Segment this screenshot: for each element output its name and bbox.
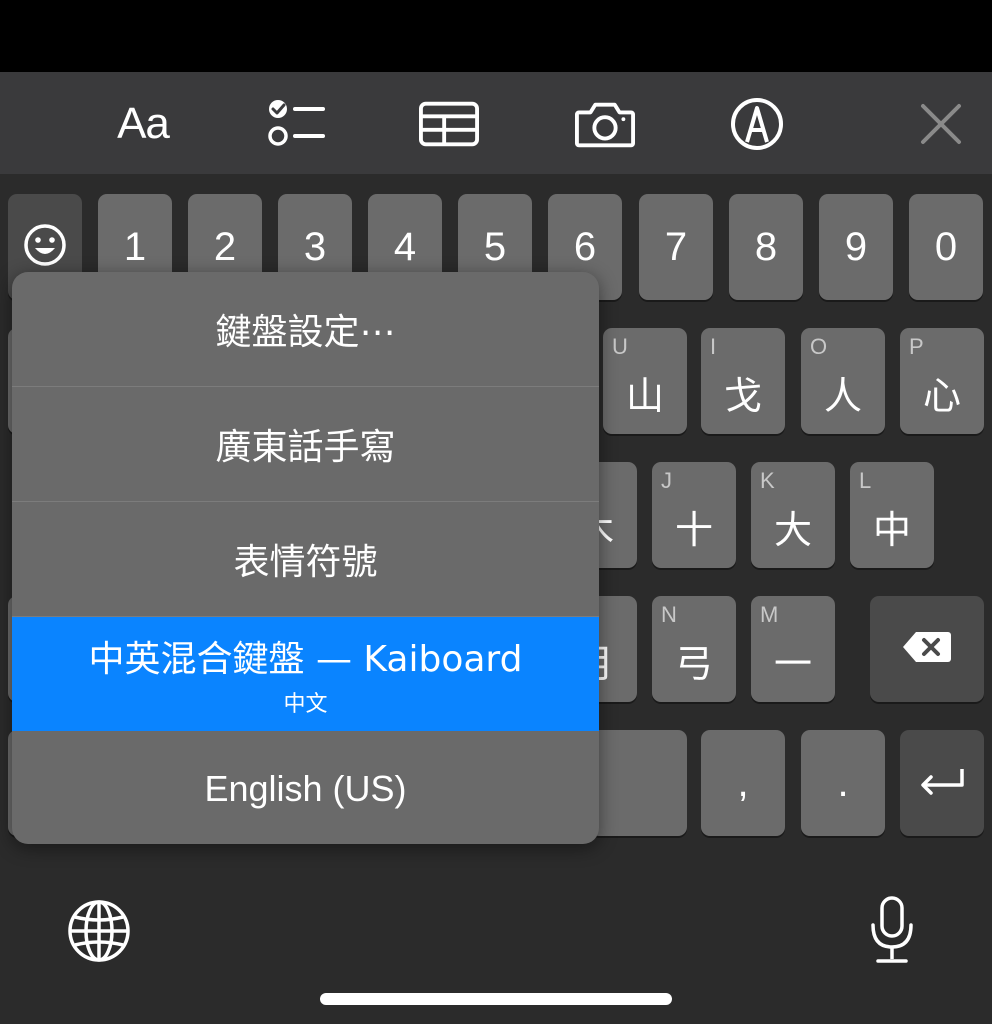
key-j[interactable]: J 十 bbox=[652, 462, 736, 568]
markup-icon[interactable] bbox=[727, 96, 787, 152]
menu-item-cantonese-handwriting[interactable]: 廣東話手寫 bbox=[12, 387, 599, 502]
key-i[interactable]: I 戈 bbox=[701, 328, 785, 434]
key-9[interactable]: 9 bbox=[819, 194, 893, 300]
menu-item-keyboard-settings[interactable]: 鍵盤設定⋯ bbox=[12, 272, 599, 387]
menu-item-emoji[interactable]: 表情符號 bbox=[12, 502, 599, 617]
key-8[interactable]: 8 bbox=[729, 194, 803, 300]
delete-key[interactable] bbox=[870, 596, 984, 702]
emoji-icon bbox=[23, 223, 67, 271]
menu-item-english-us[interactable]: English (US) bbox=[12, 732, 599, 844]
key-m[interactable]: M 一 bbox=[751, 596, 835, 702]
text-format-button[interactable]: Aa bbox=[113, 96, 173, 152]
text-format-label: Aa bbox=[117, 99, 170, 148]
key-o[interactable]: O 人 bbox=[801, 328, 885, 434]
key-7[interactable]: 7 bbox=[639, 194, 713, 300]
home-indicator[interactable] bbox=[320, 993, 672, 1005]
close-icon[interactable] bbox=[911, 96, 971, 152]
delete-icon bbox=[902, 630, 952, 668]
key-0[interactable]: 0 bbox=[909, 194, 983, 300]
globe-icon[interactable] bbox=[66, 898, 132, 964]
key-u[interactable]: U 山 bbox=[603, 328, 687, 434]
table-icon[interactable] bbox=[419, 96, 479, 152]
key-k[interactable]: K 大 bbox=[751, 462, 835, 568]
period-key[interactable]: . bbox=[801, 730, 885, 836]
camera-icon[interactable] bbox=[575, 96, 635, 152]
return-key[interactable] bbox=[900, 730, 984, 836]
comma-key[interactable]: , bbox=[701, 730, 785, 836]
return-icon bbox=[918, 766, 966, 800]
key-p[interactable]: P 心 bbox=[900, 328, 984, 434]
space-key[interactable] bbox=[590, 730, 687, 836]
key-n[interactable]: N 弓 bbox=[652, 596, 736, 702]
checklist-icon[interactable] bbox=[266, 96, 326, 152]
microphone-icon[interactable] bbox=[866, 894, 918, 966]
key-l[interactable]: L 中 bbox=[850, 462, 934, 568]
menu-item-kaiboard[interactable]: 中英混合鍵盤 — Kaiboard 中文 bbox=[12, 617, 599, 731]
input-mode-menu: 鍵盤設定⋯ 廣東話手寫 表情符號 中英混合鍵盤 — Kaiboard 中文 En… bbox=[12, 272, 599, 844]
